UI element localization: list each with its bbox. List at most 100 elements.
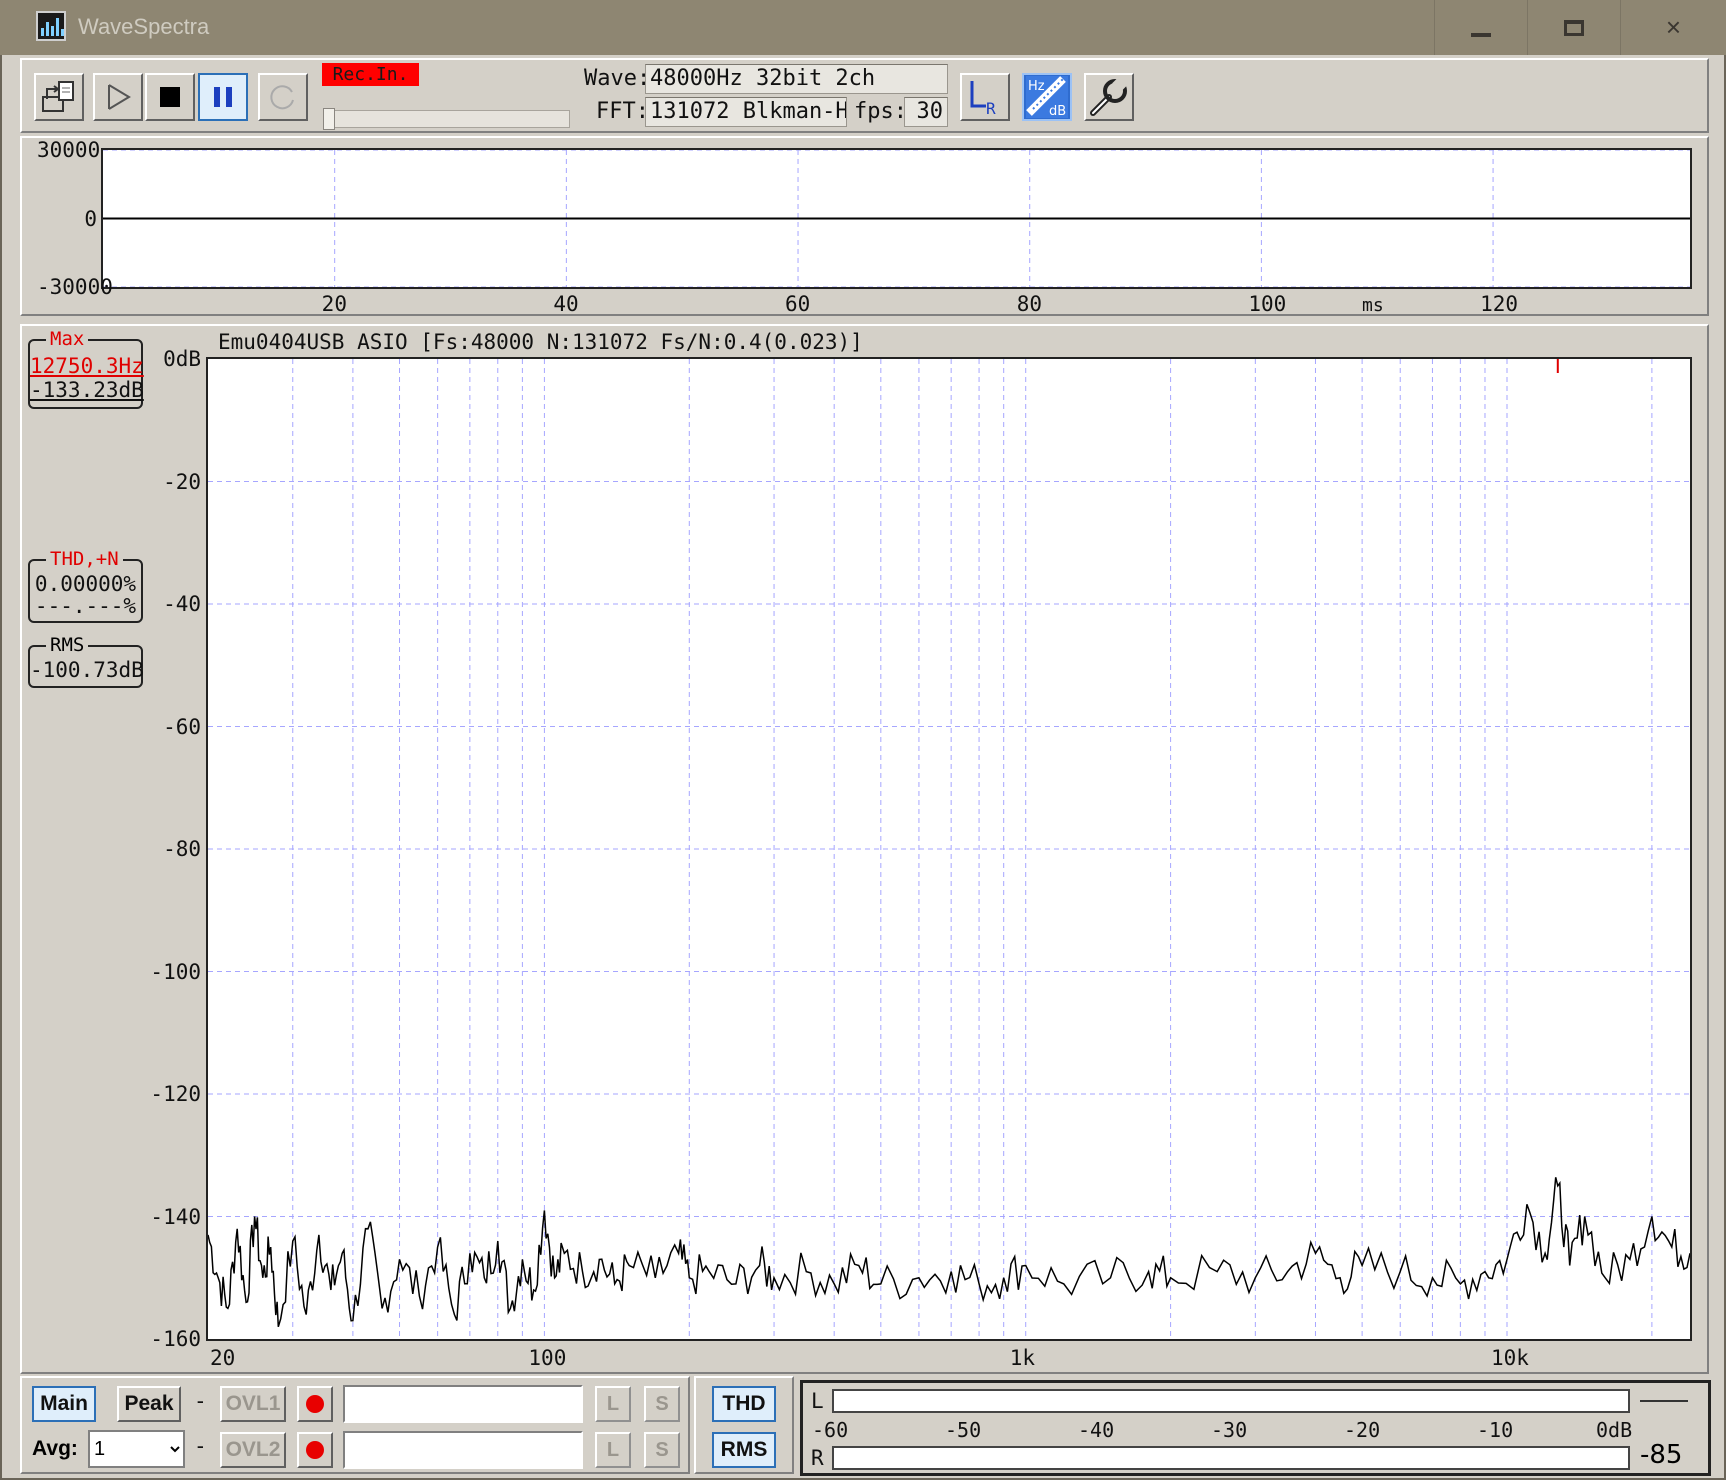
waveform-y-tick: 30000 (37, 138, 101, 162)
waveform-x-tick: 60 (785, 292, 811, 316)
pause-button[interactable] (198, 73, 248, 121)
spectrum-x-tick: 1k (1009, 1346, 1035, 1370)
meter-l-bar (832, 1389, 1630, 1413)
ovl2-name-field[interactable] (343, 1431, 583, 1469)
rms-button[interactable]: RMS (712, 1432, 776, 1468)
spectrum-trace (207, 1177, 1691, 1328)
spectrum-y-tick: -20 (163, 469, 201, 494)
window-title: WaveSpectra (78, 14, 210, 39)
import-button[interactable] (34, 73, 84, 121)
thd-button[interactable]: THD (712, 1386, 776, 1422)
waveform-x-tick: 120 (1480, 292, 1518, 316)
ovl2-record-button[interactable] (297, 1432, 333, 1468)
thd-title: THD,+N (46, 548, 123, 570)
waveform-x-unit: ms (1362, 295, 1384, 316)
play-icon (108, 84, 131, 110)
spectrum-y-tick: -80 (163, 837, 201, 861)
meter-scale-tick: 0dB (1596, 1418, 1633, 1442)
meter-scale-tick: -60 (812, 1418, 849, 1442)
spectrum-y-tick: -100 (150, 959, 201, 984)
waveform-x-tick: 80 (1016, 292, 1042, 316)
spectrum-y-tick: -40 (163, 592, 201, 616)
fps-field[interactable]: 30 (904, 97, 948, 127)
spectrum-y-tick: -60 (163, 714, 201, 739)
waveform-x-tick: 40 (553, 292, 579, 316)
lr-channel-button[interactable]: R (960, 73, 1010, 121)
spectrum-y-tick: 0dB (163, 347, 201, 371)
meter-scale-tick: -30 (1211, 1418, 1248, 1442)
stop-icon (160, 87, 180, 107)
refresh-button[interactable] (258, 73, 308, 121)
rec-in-label: Rec.In. (322, 63, 419, 86)
meter-scale-tick: -40 (1078, 1418, 1115, 1442)
peak-button[interactable]: Peak (117, 1386, 181, 1422)
dash-separator-2: - (194, 1434, 207, 1458)
rms-title: RMS (46, 634, 89, 656)
meter-scale-tick: -10 (1477, 1418, 1514, 1442)
max-level: -133.23dB (30, 378, 144, 402)
play-button[interactable] (93, 73, 143, 121)
stop-button[interactable] (145, 73, 195, 121)
waveform-x-tick: 100 (1248, 292, 1287, 316)
input-level-slider[interactable] (330, 110, 570, 128)
slider-thumb[interactable] (323, 108, 335, 130)
ruler-icon: Hz dB (1026, 76, 1068, 119)
ovl2-button[interactable]: OVL2 (220, 1432, 286, 1468)
minimize-button[interactable] (1434, 0, 1526, 55)
fft-field: 131072 Blkman-H7 (645, 97, 847, 127)
device-info-label: Emu0404USB ASIO [Fs:48000 N:131072 Fs/N:… (218, 330, 863, 354)
spectrum-plot[interactable] (206, 357, 1692, 1341)
ovl2-s-button[interactable]: S (644, 1432, 680, 1468)
maximize-button[interactable] (1527, 0, 1619, 55)
spectrum-y-tick: -160 (150, 1327, 201, 1351)
max-title: Max (46, 328, 89, 350)
max-frequency: 12750.3Hz (30, 354, 144, 378)
svg-text:R: R (986, 99, 996, 118)
meter-scale-tick: -20 (1344, 1418, 1381, 1442)
spectrum-y-tick: -140 (150, 1204, 201, 1229)
maximize-icon (1563, 19, 1584, 36)
meter-l-label: L (811, 1389, 824, 1413)
waveform-y-tick: -30000 (37, 275, 113, 299)
hz-db-scale-button[interactable]: Hz dB (1022, 73, 1072, 121)
minimize-icon (1470, 32, 1491, 37)
meter-scale-tick: -50 (945, 1418, 982, 1442)
svg-text:dB: dB (1049, 104, 1066, 119)
rms-value: -100.73dB (30, 658, 144, 682)
lr-icon: R (970, 81, 996, 118)
waveform-y-tick: 0 (84, 206, 97, 231)
meter-readout: -85 (1640, 1440, 1683, 1470)
ovl1-s-button[interactable]: S (644, 1386, 680, 1422)
close-icon: × (1665, 12, 1682, 42)
close-button[interactable]: × (1620, 0, 1726, 55)
waveform-chart (103, 149, 1690, 288)
spectrum-x-tick: 100 (528, 1346, 567, 1370)
import-icon (42, 81, 74, 112)
avg-label: Avg: (32, 1437, 78, 1460)
meter-r-bar (832, 1446, 1630, 1470)
fft-label: FFT: (596, 99, 649, 124)
ovl2-l-button[interactable]: L (595, 1432, 631, 1468)
ovl1-l-button[interactable]: L (595, 1386, 631, 1422)
ovl1-name-field[interactable] (343, 1385, 583, 1423)
settings-button[interactable] (1084, 73, 1134, 121)
record-icon (306, 1395, 324, 1413)
refresh-icon (270, 85, 294, 110)
spectrum-y-tick: -120 (150, 1082, 201, 1106)
main-button[interactable]: Main (32, 1386, 96, 1422)
record-icon (306, 1441, 324, 1459)
meter-r-label: R (811, 1446, 824, 1470)
dash-separator: - (194, 1389, 207, 1413)
spectrum-chart (207, 359, 1691, 1339)
pause-icon (214, 87, 232, 107)
meter-peak-line (1640, 1400, 1688, 1402)
waveform-plot[interactable] (101, 148, 1692, 289)
avg-select[interactable]: 1 (88, 1430, 185, 1468)
wave-format-field: 48000Hz 32bit 2ch (645, 64, 948, 94)
ovl1-button[interactable]: OVL1 (220, 1386, 286, 1422)
spectrum-x-tick: 10k (1491, 1346, 1529, 1370)
ovl1-record-button[interactable] (297, 1386, 333, 1422)
svg-text:Hz: Hz (1028, 79, 1045, 94)
waveform-x-tick: 20 (321, 292, 347, 316)
app-icon (36, 11, 66, 41)
